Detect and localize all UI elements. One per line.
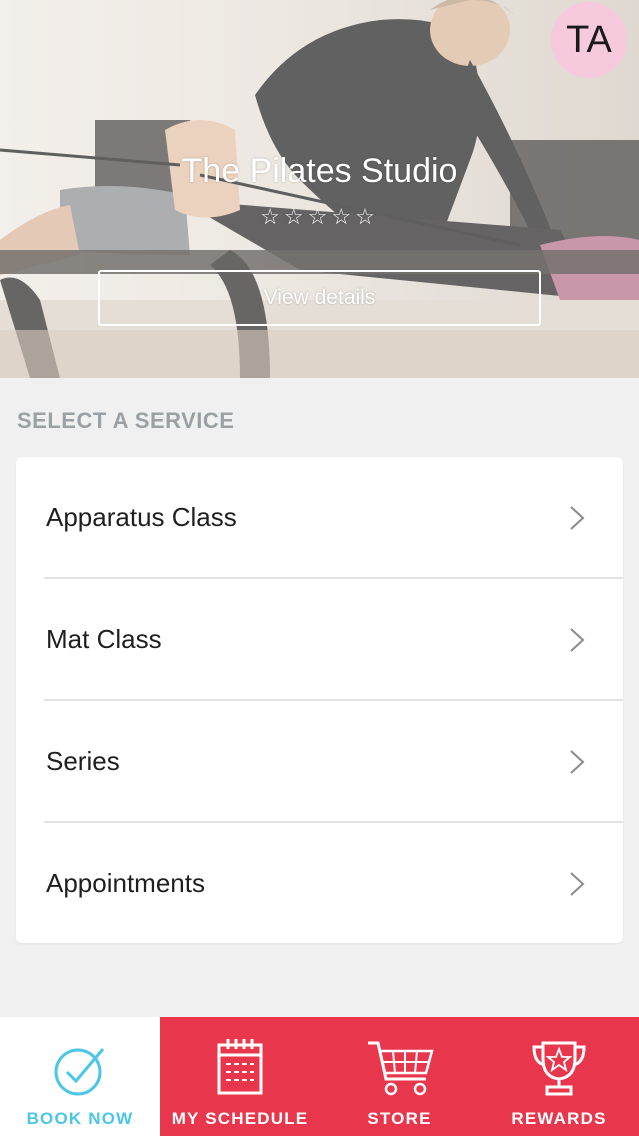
service-item-appointments[interactable]: Appointments	[16, 823, 623, 944]
service-item-series[interactable]: Series	[16, 701, 623, 822]
trophy-icon	[532, 1041, 586, 1096]
service-item-apparatus-class[interactable]: Apparatus Class	[16, 457, 623, 578]
tab-label: REWARDS	[511, 1109, 607, 1128]
checkmark-circle-icon	[54, 1048, 105, 1096]
calendar-icon	[217, 1039, 263, 1095]
section-title: SELECT A SERVICE	[17, 408, 235, 433]
service-item-label: Apparatus Class	[46, 502, 237, 532]
service-item-mat-class[interactable]: Mat Class	[16, 579, 623, 700]
tab-store[interactable]: STORE	[320, 1017, 479, 1136]
avatar-initials: TA	[566, 18, 612, 61]
service-item-label: Series	[46, 746, 120, 776]
tab-label: BOOK NOW	[26, 1109, 134, 1128]
view-details-label: View details	[263, 286, 376, 309]
chevron-right-icon	[570, 505, 585, 530]
service-item-label: Mat Class	[46, 624, 162, 654]
studio-name: The Pilates Studio	[181, 152, 458, 190]
tab-rewards[interactable]: REWARDS	[479, 1017, 639, 1136]
bottom-tab-bar: BOOK NOW MY SCHEDULE STORE REWARDS	[0, 1017, 639, 1136]
tab-my-schedule[interactable]: MY SCHEDULE	[160, 1017, 320, 1136]
chevron-right-icon	[570, 871, 585, 896]
service-item-label: Appointments	[46, 868, 205, 898]
tab-label: MY SCHEDULE	[171, 1109, 309, 1128]
rating-stars: ☆☆☆☆☆	[260, 204, 379, 229]
chevron-right-icon	[570, 749, 585, 774]
service-list: Apparatus Class Mat Class Series Appoint…	[16, 457, 623, 943]
chevron-right-icon	[570, 627, 585, 652]
tab-book-now[interactable]: BOOK NOW	[0, 1017, 160, 1136]
user-avatar[interactable]: TA	[551, 2, 627, 78]
view-details-button[interactable]: View details	[98, 270, 541, 326]
cart-icon	[368, 1041, 434, 1096]
tab-label: STORE	[367, 1109, 432, 1128]
